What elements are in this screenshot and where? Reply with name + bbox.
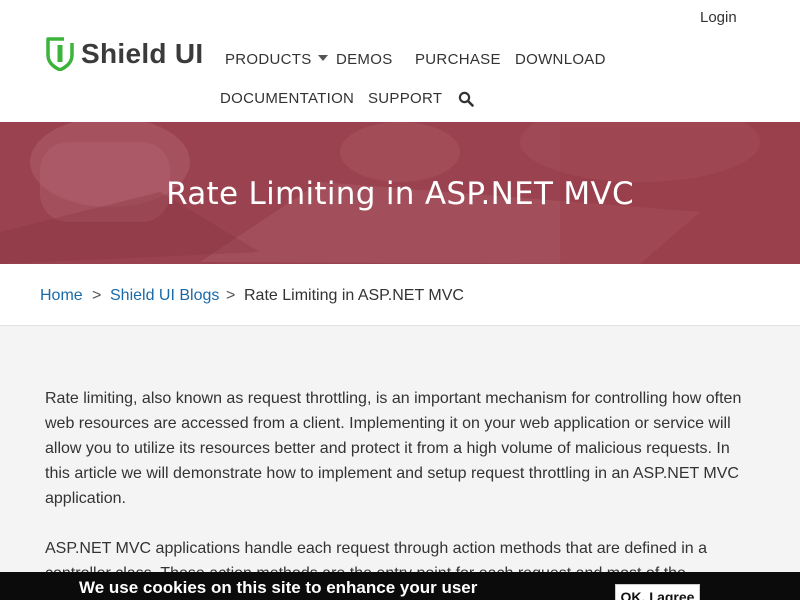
nav-products[interactable]: PRODUCTS — [225, 51, 328, 69]
article-body: Rate limiting, also known as request thr… — [45, 386, 755, 600]
nav-purchase[interactable]: PURCHASE — [415, 51, 501, 69]
cookie-accept-button[interactable]: OK, I agree — [615, 584, 700, 600]
cookie-banner: We use cookies on this site to enhance y… — [0, 572, 800, 600]
breadcrumb-separator: > — [226, 287, 236, 304]
search-icon[interactable] — [458, 91, 474, 107]
breadcrumb-current: Rate Limiting in ASP.NET MVC — [244, 287, 464, 304]
article-paragraph: Rate limiting, also known as request thr… — [45, 390, 742, 507]
chevron-down-icon — [317, 55, 328, 62]
cookie-message: We use cookies on this site to enhance y… — [79, 578, 478, 597]
nav-support[interactable]: SUPPORT — [368, 90, 442, 108]
nav-demos[interactable]: DEMOS — [336, 51, 393, 69]
nav-download[interactable]: DOWNLOAD — [515, 51, 606, 69]
site-header: Login Shield UI PRODUCTS DEMOS PURCHASE … — [0, 0, 800, 122]
shield-logo-icon — [46, 37, 74, 71]
breadcrumb-home[interactable]: Home — [40, 287, 83, 305]
login-link[interactable]: Login — [700, 9, 737, 26]
logo[interactable]: Shield UI — [46, 37, 204, 71]
breadcrumb-blogs[interactable]: Shield UI Blogs — [110, 287, 219, 305]
hero-banner: Rate Limiting in ASP.NET MVC — [0, 122, 800, 264]
page-title: Rate Limiting in ASP.NET MVC — [166, 176, 634, 212]
breadcrumb-separator: > — [92, 287, 102, 304]
breadcrumb: Home > Shield UI Blogs > Rate Limiting i… — [0, 264, 800, 326]
nav-documentation[interactable]: DOCUMENTATION — [220, 90, 354, 108]
logo-text: Shield UI — [81, 38, 204, 69]
nav-products-label: PRODUCTS — [225, 51, 312, 68]
